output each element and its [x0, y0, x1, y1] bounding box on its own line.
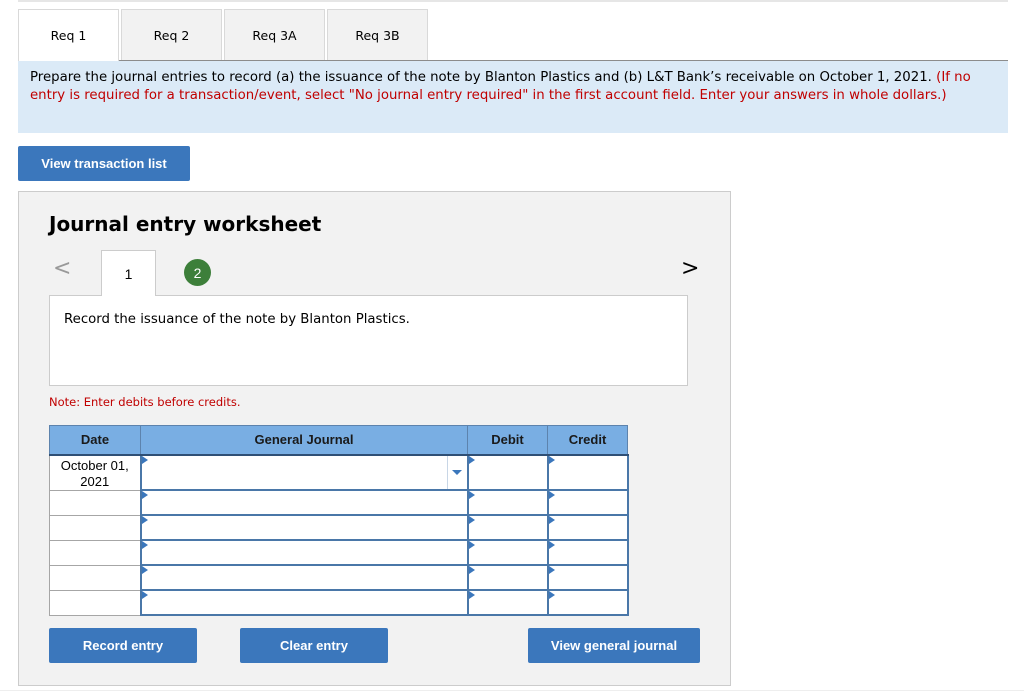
table-row: October 01, 2021	[49, 453, 629, 491]
clear-entry-button[interactable]: Clear entry	[240, 628, 388, 663]
bottom-divider	[0, 690, 1024, 691]
debit-cell[interactable]	[466, 589, 549, 616]
account-cell[interactable]	[139, 589, 469, 616]
cell-flag-icon	[141, 516, 148, 524]
entry-description: Record the issuance of the note by Blant…	[49, 295, 688, 386]
date-cell	[49, 539, 141, 566]
credit-cell[interactable]	[546, 589, 629, 616]
cell-flag-icon	[468, 491, 475, 499]
account-input[interactable]	[141, 566, 467, 589]
credit-input[interactable]	[548, 516, 627, 539]
debit-cell[interactable]	[466, 539, 549, 566]
account-input[interactable]	[141, 591, 467, 614]
cell-flag-icon	[141, 591, 148, 599]
header-date: Date	[49, 425, 141, 456]
account-input[interactable]	[141, 541, 467, 564]
view-general-journal-button[interactable]: View general journal	[528, 628, 700, 663]
account-input[interactable]	[141, 491, 467, 514]
credit-input[interactable]	[548, 491, 627, 514]
table-row	[49, 489, 629, 516]
journal-entry-worksheet: Journal entry worksheet < 1 2 > Record t…	[18, 191, 731, 686]
tab-req-3a[interactable]: Req 3A	[224, 9, 325, 60]
account-input[interactable]	[141, 516, 467, 539]
cell-flag-icon	[548, 591, 555, 599]
step-tab-1[interactable]: 1	[101, 250, 156, 296]
table-header-row: Date General Journal Debit Credit	[49, 425, 628, 456]
debit-input[interactable]	[468, 541, 547, 564]
table-row	[49, 589, 629, 616]
header-general-journal: General Journal	[140, 425, 468, 456]
debits-note: Note: Enter debits before credits.	[49, 395, 241, 409]
chevron-left-icon[interactable]: <	[53, 256, 71, 281]
debit-cell[interactable]	[466, 514, 549, 541]
date-cell	[49, 489, 141, 516]
account-select[interactable]	[141, 455, 467, 489]
cell-flag-icon	[141, 491, 148, 499]
worksheet-title: Journal entry worksheet	[49, 212, 322, 236]
credit-input[interactable]	[548, 566, 627, 589]
caret-down-icon	[452, 469, 462, 475]
date-cell	[49, 589, 141, 616]
account-cell[interactable]	[139, 564, 469, 591]
debit-cell[interactable]	[466, 489, 549, 516]
account-cell[interactable]	[139, 453, 469, 491]
credit-cell[interactable]	[546, 453, 629, 491]
debit-cell[interactable]	[466, 453, 549, 491]
credit-cell[interactable]	[546, 489, 629, 516]
cell-flag-icon	[548, 541, 555, 549]
tab-req-1[interactable]: Req 1	[18, 9, 119, 61]
credit-input[interactable]	[548, 455, 627, 489]
cell-flag-icon	[468, 566, 475, 574]
account-cell[interactable]	[139, 539, 469, 566]
cell-flag-icon	[468, 541, 475, 549]
cell-flag-icon	[468, 455, 475, 464]
cell-flag-icon	[548, 516, 555, 524]
view-transaction-list-button[interactable]: View transaction list	[18, 146, 190, 181]
cell-flag-icon	[548, 455, 555, 464]
debit-input[interactable]	[468, 491, 547, 514]
cell-flag-icon	[141, 541, 148, 549]
debit-input[interactable]	[468, 566, 547, 589]
tab-divider	[18, 60, 1008, 61]
account-cell[interactable]	[139, 489, 469, 516]
table-row	[49, 539, 629, 566]
tab-req-3b[interactable]: Req 3B	[327, 9, 428, 60]
instructions-text: Prepare the journal entries to record (a…	[30, 70, 932, 85]
table-row	[49, 564, 629, 591]
cell-flag-icon	[468, 591, 475, 599]
top-divider	[18, 0, 1008, 2]
debit-input[interactable]	[468, 591, 547, 614]
record-entry-button[interactable]: Record entry	[49, 628, 197, 663]
header-credit: Credit	[547, 425, 628, 456]
table-row	[49, 514, 629, 541]
credit-cell[interactable]	[546, 514, 629, 541]
requirement-tabs: Req 1 Req 2 Req 3A Req 3B	[18, 9, 430, 61]
credit-input[interactable]	[548, 541, 627, 564]
instructions-panel: Prepare the journal entries to record (a…	[18, 61, 1008, 133]
date-cell	[49, 564, 141, 591]
cell-flag-icon	[141, 455, 148, 464]
header-debit: Debit	[467, 425, 548, 456]
entry-description-text: Record the issuance of the note by Blant…	[64, 312, 410, 327]
cell-flag-icon	[548, 491, 555, 499]
debit-input[interactable]	[468, 516, 547, 539]
cell-flag-icon	[141, 566, 148, 574]
dropdown-toggle[interactable]	[446, 455, 467, 489]
credit-cell[interactable]	[546, 564, 629, 591]
debit-input[interactable]	[468, 455, 547, 489]
credit-cell[interactable]	[546, 539, 629, 566]
account-cell[interactable]	[139, 514, 469, 541]
chevron-right-icon[interactable]: >	[681, 256, 699, 281]
cell-flag-icon	[468, 516, 475, 524]
debit-cell[interactable]	[466, 564, 549, 591]
step-badge-2[interactable]: 2	[184, 259, 211, 286]
date-cell	[49, 514, 141, 541]
tab-req-2[interactable]: Req 2	[121, 9, 222, 60]
cell-flag-icon	[548, 566, 555, 574]
journal-table: Date General Journal Debit Credit Octobe…	[49, 425, 629, 616]
credit-input[interactable]	[548, 591, 627, 614]
date-cell: October 01, 2021	[49, 454, 141, 491]
